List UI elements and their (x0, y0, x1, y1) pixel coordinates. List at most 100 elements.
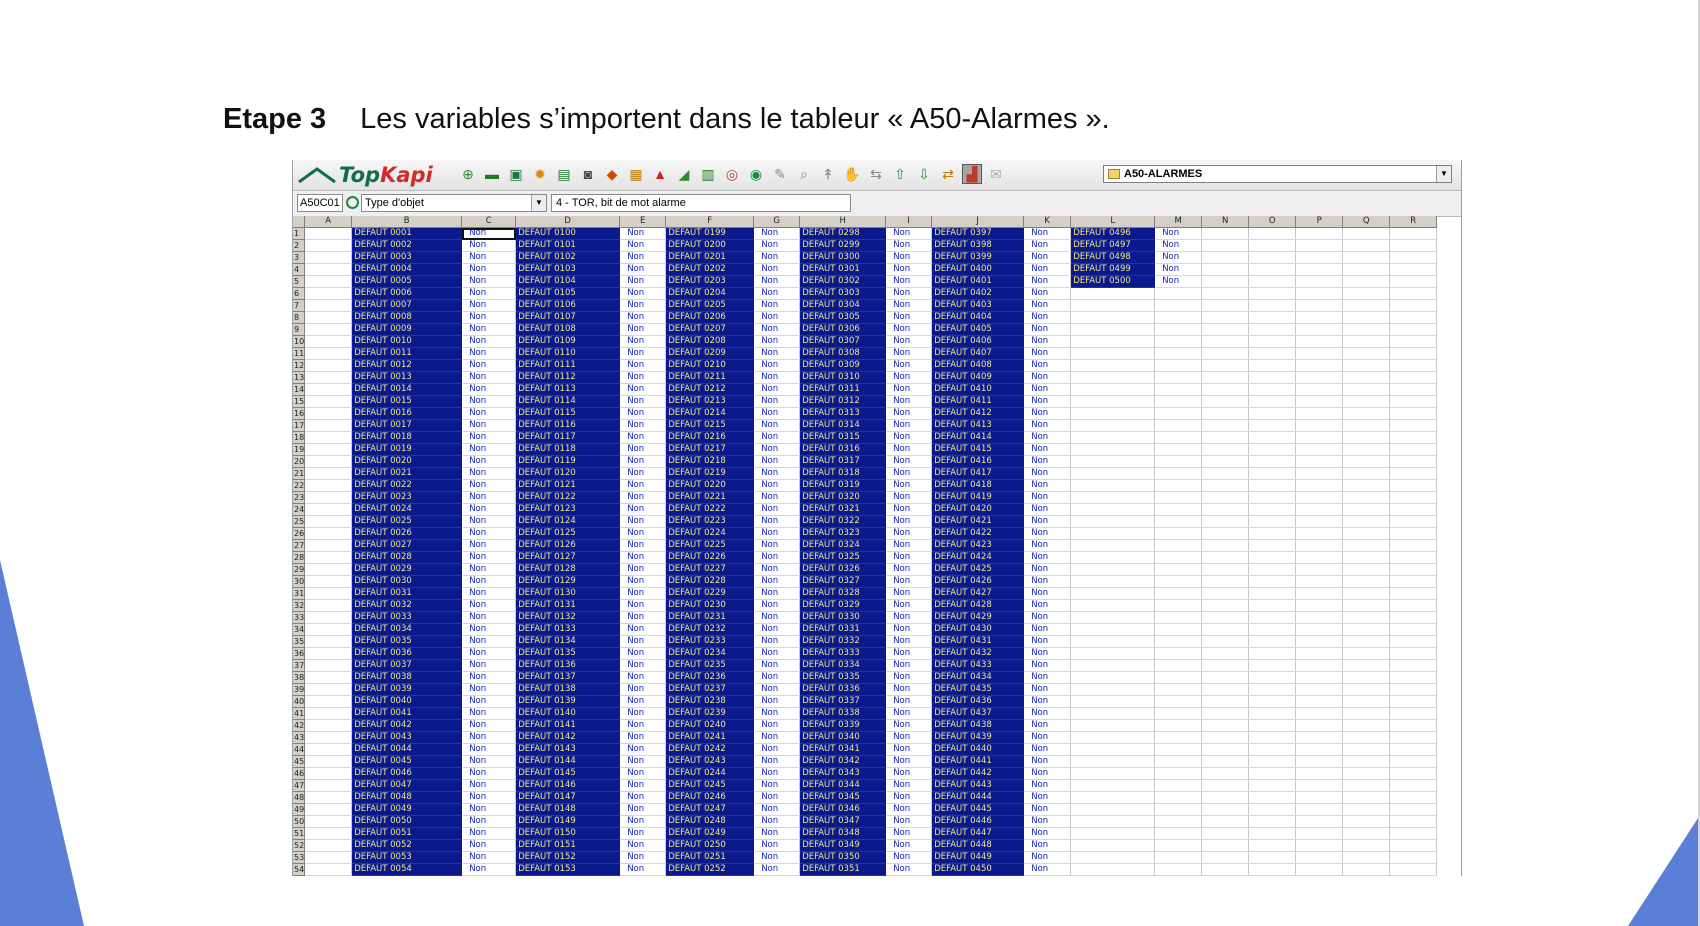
cell-o12[interactable] (1248, 359, 1297, 373)
cell-j34[interactable]: DEFAUT 0430 (931, 623, 1025, 637)
cell-j9[interactable]: DEFAUT 0405 (931, 323, 1025, 337)
row-header[interactable]: 54 (293, 863, 306, 876)
cell-n34[interactable] (1201, 623, 1250, 637)
cell-d3[interactable]: DEFAUT 0102 (515, 251, 621, 265)
cell-d40[interactable]: DEFAUT 0139 (515, 695, 621, 709)
cell-e23[interactable]: Non (619, 491, 667, 505)
cell-f23[interactable]: DEFAUT 0221 (665, 491, 755, 505)
cell-m47[interactable] (1154, 779, 1203, 793)
cell-q13[interactable] (1342, 371, 1391, 385)
cell-m53[interactable] (1154, 851, 1203, 865)
cell-k35[interactable]: Non (1023, 635, 1072, 649)
cell-k32[interactable]: Non (1023, 599, 1072, 613)
cell-r3[interactable] (1389, 251, 1438, 265)
cell-i32[interactable]: Non (885, 599, 933, 613)
cell-k30[interactable]: Non (1023, 575, 1072, 589)
cell-q44[interactable] (1342, 743, 1391, 757)
cell-h21[interactable]: DEFAUT 0318 (799, 467, 887, 481)
cell-d5[interactable]: DEFAUT 0104 (515, 275, 621, 289)
cell-f39[interactable]: DEFAUT 0237 (665, 683, 755, 697)
cell-f34[interactable]: DEFAUT 0232 (665, 623, 755, 637)
cell-r22[interactable] (1389, 479, 1438, 493)
cell-i30[interactable]: Non (885, 575, 933, 589)
cell-a43[interactable] (304, 731, 353, 745)
cell-f47[interactable]: DEFAUT 0245 (665, 779, 755, 793)
cell-d34[interactable]: DEFAUT 0133 (515, 623, 621, 637)
cell-d44[interactable]: DEFAUT 0143 (515, 743, 621, 757)
cell-r48[interactable] (1389, 791, 1438, 805)
cell-m35[interactable] (1154, 635, 1203, 649)
cell-e7[interactable]: Non (619, 299, 667, 313)
cell-o1[interactable] (1248, 227, 1297, 241)
cell-e25[interactable]: Non (619, 515, 667, 529)
cell-c13[interactable]: Non (461, 371, 517, 385)
cell-f51[interactable]: DEFAUT 0249 (665, 827, 755, 841)
cell-k45[interactable]: Non (1023, 755, 1072, 769)
cell-p47[interactable] (1295, 779, 1344, 793)
cell-b41[interactable]: DEFAUT 0041 (351, 707, 463, 721)
cell-a6[interactable] (304, 287, 353, 301)
cell-d53[interactable]: DEFAUT 0152 (515, 851, 621, 865)
cell-r37[interactable] (1389, 659, 1438, 673)
cell-m7[interactable] (1154, 299, 1203, 313)
cell-h1[interactable]: DEFAUT 0298 (799, 227, 887, 241)
cell-h18[interactable]: DEFAUT 0315 (799, 431, 887, 445)
cell-m54[interactable] (1154, 863, 1203, 876)
cell-a30[interactable] (304, 575, 353, 589)
zoom-icon[interactable]: ⌕ (794, 164, 814, 184)
cell-h40[interactable]: DEFAUT 0337 (799, 695, 887, 709)
cell-q34[interactable] (1342, 623, 1391, 637)
cell-p14[interactable] (1295, 383, 1344, 397)
cell-p4[interactable] (1295, 263, 1344, 277)
cell-a31[interactable] (304, 587, 353, 601)
cell-e10[interactable]: Non (619, 335, 667, 349)
cell-f21[interactable]: DEFAUT 0219 (665, 467, 755, 481)
cell-f3[interactable]: DEFAUT 0201 (665, 251, 755, 265)
cell-i31[interactable]: Non (885, 587, 933, 601)
cell-h7[interactable]: DEFAUT 0304 (799, 299, 887, 313)
cell-i52[interactable]: Non (885, 839, 933, 853)
cell-e44[interactable]: Non (619, 743, 667, 757)
column-header-e[interactable]: E (619, 216, 667, 229)
row-header[interactable]: 29 (293, 563, 306, 577)
cell-d18[interactable]: DEFAUT 0117 (515, 431, 621, 445)
cell-h43[interactable]: DEFAUT 0340 (799, 731, 887, 745)
cell-k17[interactable]: Non (1023, 419, 1072, 433)
cell-b54[interactable]: DEFAUT 0054 (351, 863, 463, 876)
cell-k44[interactable]: Non (1023, 743, 1072, 757)
cell-g40[interactable]: Non (753, 695, 801, 709)
cell-g42[interactable]: Non (753, 719, 801, 733)
cell-g50[interactable]: Non (753, 815, 801, 829)
cell-p11[interactable] (1295, 347, 1344, 361)
cell-i27[interactable]: Non (885, 539, 933, 553)
cell-d10[interactable]: DEFAUT 0109 (515, 335, 621, 349)
cell-p9[interactable] (1295, 323, 1344, 337)
row-header[interactable]: 49 (293, 803, 306, 817)
cell-i39[interactable]: Non (885, 683, 933, 697)
cell-e15[interactable]: Non (619, 395, 667, 409)
cell-r38[interactable] (1389, 671, 1438, 685)
cell-c49[interactable]: Non (461, 803, 517, 817)
cell-o27[interactable] (1248, 539, 1297, 553)
cell-a38[interactable] (304, 671, 353, 685)
cell-p27[interactable] (1295, 539, 1344, 553)
cell-r14[interactable] (1389, 383, 1438, 397)
cell-g22[interactable]: Non (753, 479, 801, 493)
cell-l23[interactable] (1070, 491, 1156, 505)
cell-h35[interactable]: DEFAUT 0332 (799, 635, 887, 649)
cell-i14[interactable]: Non (885, 383, 933, 397)
cell-m29[interactable] (1154, 563, 1203, 577)
cell-g44[interactable]: Non (753, 743, 801, 757)
cell-a25[interactable] (304, 515, 353, 529)
cell-g8[interactable]: Non (753, 311, 801, 325)
cell-d23[interactable]: DEFAUT 0122 (515, 491, 621, 505)
cell-r4[interactable] (1389, 263, 1438, 277)
cell-h48[interactable]: DEFAUT 0345 (799, 791, 887, 805)
connect-icon[interactable]: ⇆ (866, 164, 886, 184)
row-header[interactable]: 16 (293, 407, 306, 421)
cell-c5[interactable]: Non (461, 275, 517, 289)
row-header[interactable]: 39 (293, 683, 306, 697)
cell-r10[interactable] (1389, 335, 1438, 349)
cell-i12[interactable]: Non (885, 359, 933, 373)
cell-j19[interactable]: DEFAUT 0415 (931, 443, 1025, 457)
